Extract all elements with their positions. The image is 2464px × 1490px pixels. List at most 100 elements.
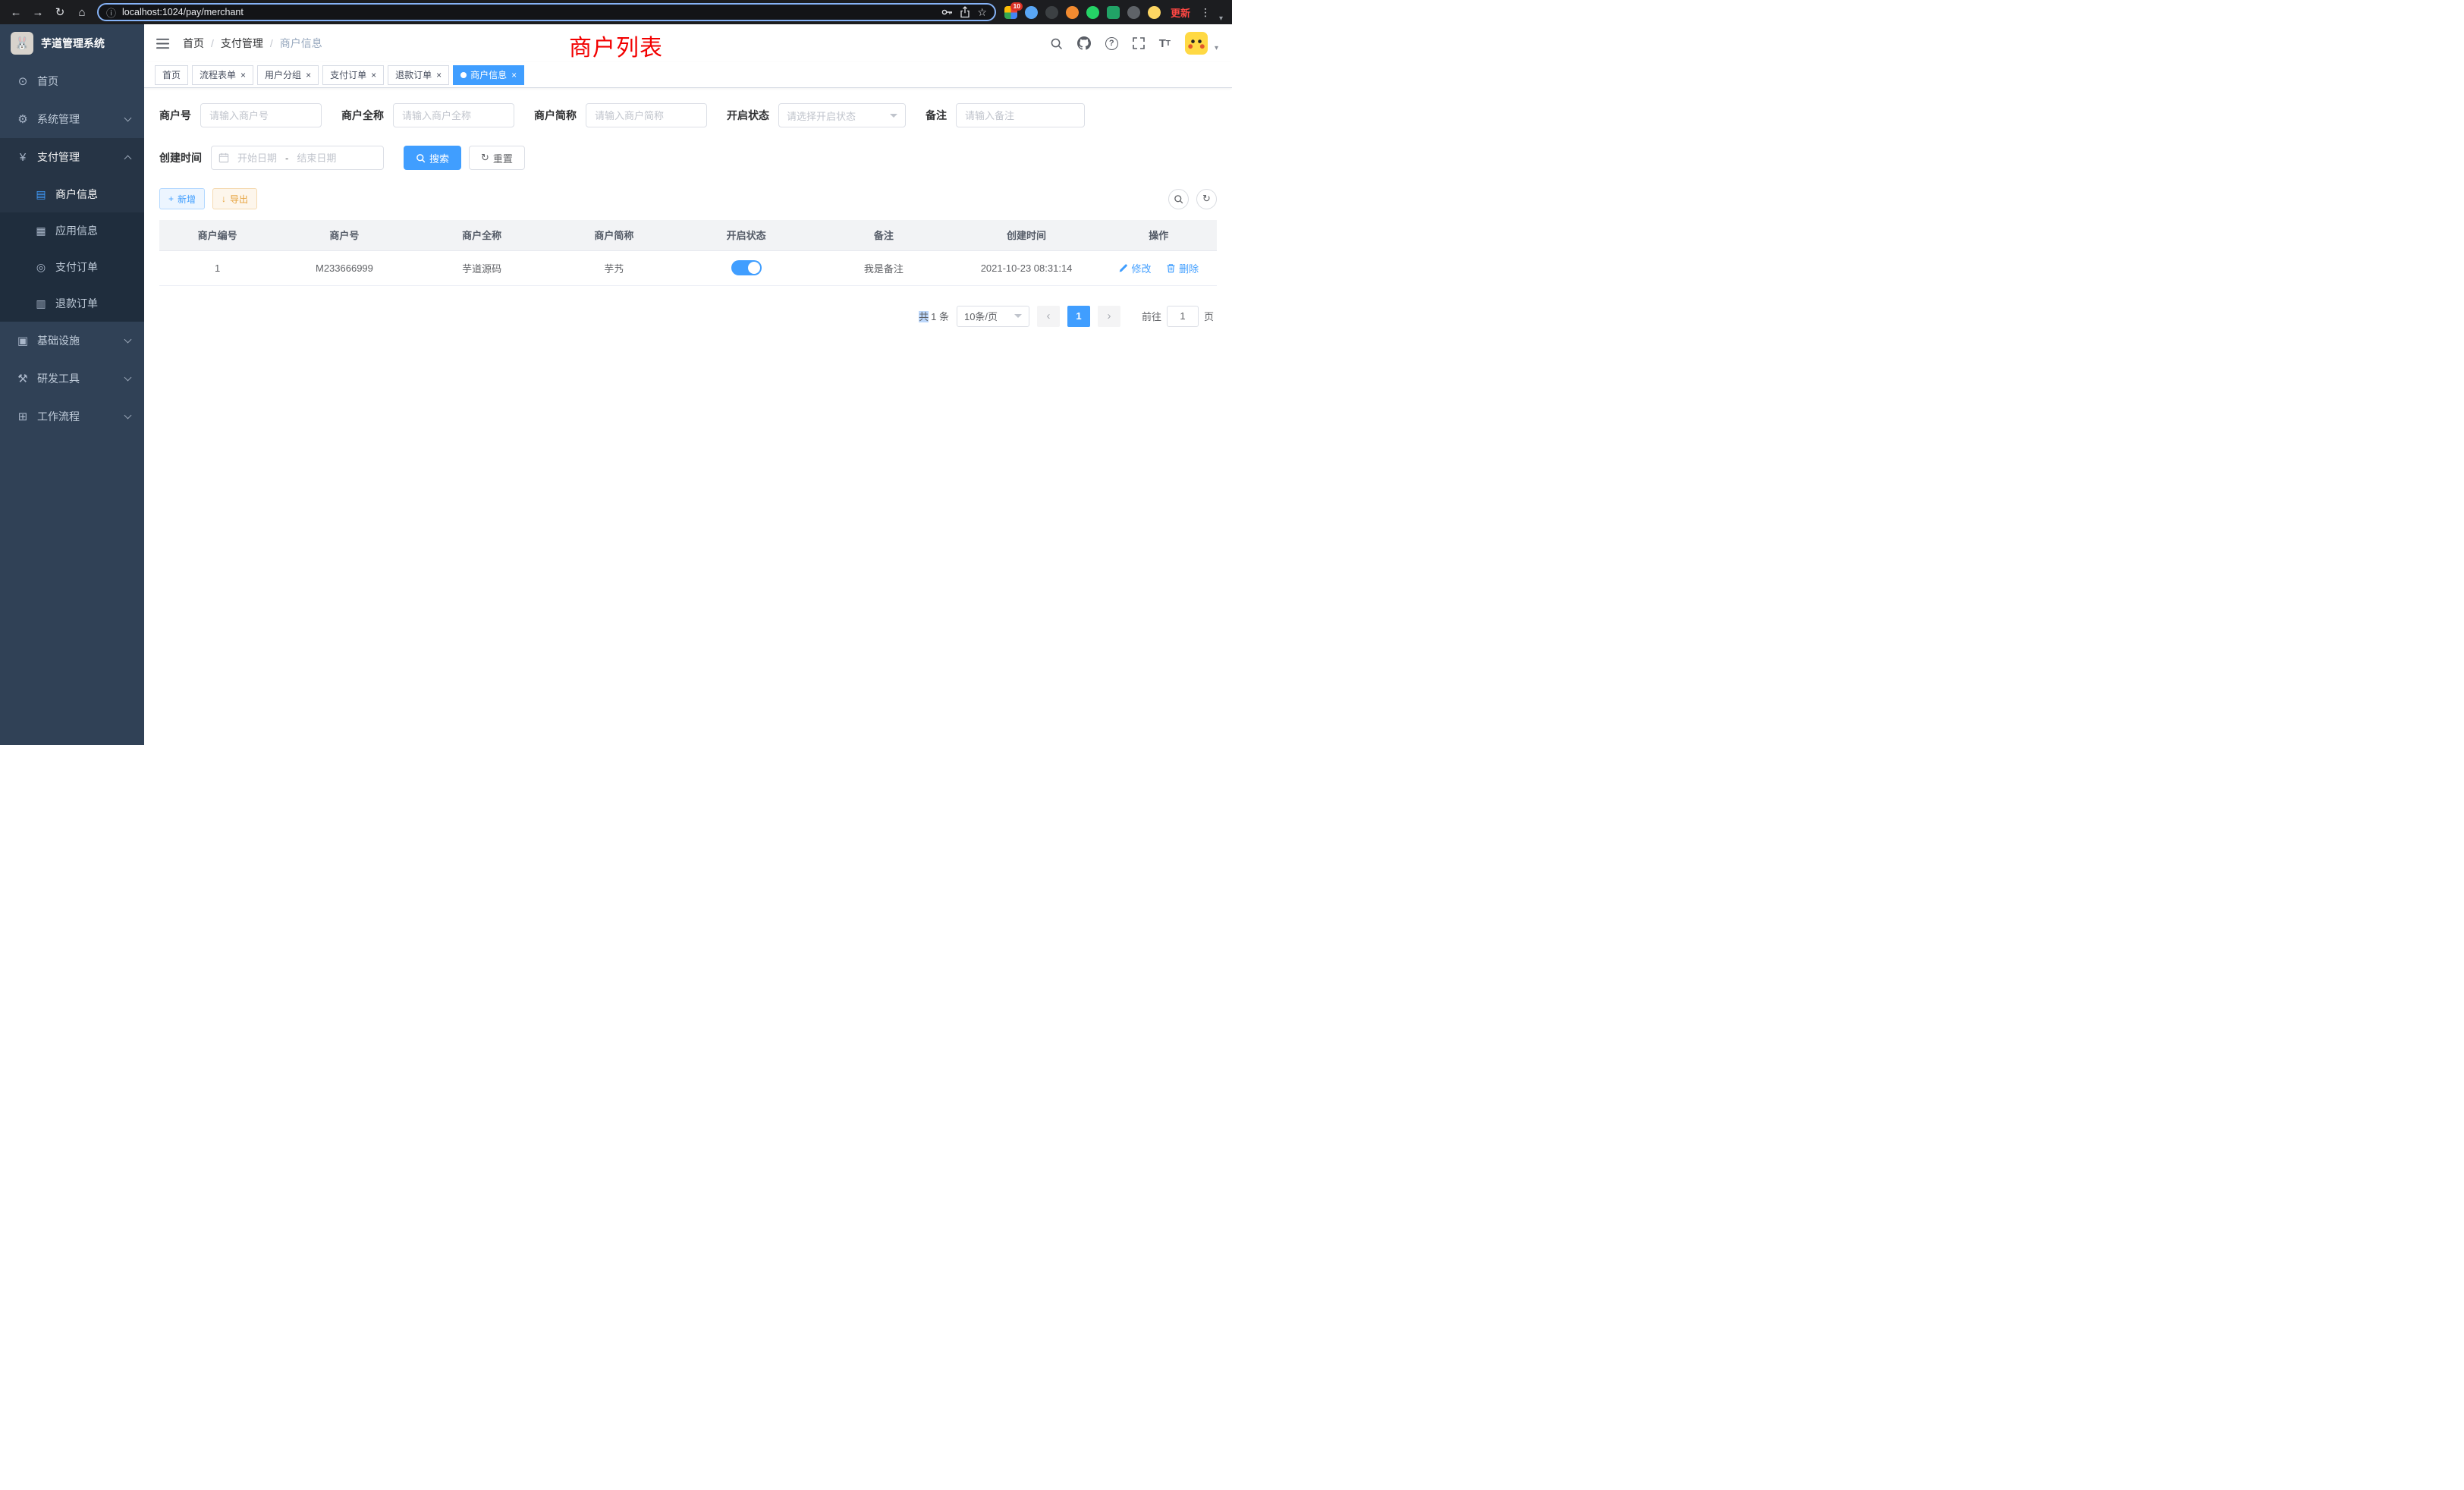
devtools-icon: ⚒ [15, 372, 30, 385]
github-icon[interactable] [1077, 36, 1091, 50]
next-page-button[interactable]: › [1098, 306, 1120, 327]
date-separator: - [285, 152, 288, 164]
close-icon[interactable]: × [306, 71, 311, 80]
close-icon[interactable]: × [371, 71, 376, 80]
short-name-label: 商户简称 [534, 108, 577, 123]
tab-merchant-info[interactable]: 商户信息 × [453, 65, 524, 85]
breadcrumb-payment[interactable]: 支付管理 [221, 36, 263, 51]
edit-button[interactable]: 修改 [1118, 261, 1151, 275]
back-icon[interactable]: ← [9, 7, 23, 18]
extension-green-square-icon[interactable] [1107, 6, 1120, 19]
page-number-button[interactable]: 1 [1067, 306, 1090, 327]
workflow-icon: ⊞ [15, 410, 30, 423]
forward-icon[interactable]: → [31, 7, 45, 18]
profile-avatar-icon[interactable] [1148, 6, 1161, 19]
cell-short-name: 芋艿 [551, 250, 677, 285]
status-toggle[interactable] [731, 260, 762, 275]
reset-button[interactable]: ↻ 重置 [469, 146, 525, 170]
merchant-card-icon: ▤ [33, 188, 49, 201]
home-icon[interactable]: ⌂ [75, 7, 89, 18]
close-icon[interactable]: × [511, 71, 517, 80]
remark-label: 备注 [926, 108, 947, 123]
export-button[interactable]: ↓ 导出 [212, 188, 257, 209]
share-icon[interactable] [959, 6, 971, 18]
th-merchant-id: 商户编号 [159, 220, 275, 250]
tab-refund-order[interactable]: 退款订单 × [388, 65, 449, 85]
tags-view-bar: 首页 流程表单 × 用户分组 × 支付订单 × 退款订单 × 商户信息 × [144, 62, 1232, 88]
extension-green-circle-icon[interactable] [1086, 6, 1099, 19]
refresh-button[interactable]: ↻ [1196, 189, 1217, 209]
cell-merchant-no: M233666999 [275, 250, 413, 285]
remark-input[interactable] [956, 103, 1085, 127]
sidebar-item-pay-order[interactable]: ◎ 支付订单 [0, 249, 144, 285]
page-size-value: 10条/页 [964, 309, 998, 323]
sidebar-item-payment[interactable]: ¥ 支付管理 [0, 138, 144, 176]
goto-page-input[interactable] [1167, 306, 1199, 327]
toggle-search-button[interactable] [1168, 189, 1189, 209]
table-row: 1 M233666999 芋道源码 芋艿 我是备注 2021-10-23 08:… [159, 250, 1217, 285]
app-logo[interactable]: 🐰 芋道管理系统 [0, 24, 144, 62]
user-avatar[interactable] [1185, 32, 1208, 55]
chevron-down-icon[interactable]: ▾ [1215, 44, 1218, 52]
sidebar-item-home[interactable]: ⊙ 首页 [0, 62, 144, 100]
sidebar-item-label: 基础设施 [37, 333, 80, 348]
help-icon[interactable]: ? [1105, 37, 1118, 50]
full-name-input[interactable] [393, 103, 514, 127]
reset-button-label: 重置 [493, 151, 513, 165]
prev-page-button[interactable]: ‹ [1037, 306, 1060, 327]
extensions-grid-icon[interactable]: 10 [1004, 6, 1017, 19]
merchant-no-input[interactable] [200, 103, 322, 127]
short-name-input[interactable] [586, 103, 707, 127]
yen-icon: ¥ [15, 151, 30, 164]
breadcrumb-home[interactable]: 首页 [183, 36, 204, 51]
create-time-range[interactable]: - [211, 146, 384, 170]
reload-icon[interactable]: ↻ [53, 7, 67, 18]
filter-row-1: 商户号 商户全称 商户简称 开启状态 请选择开启状态 备注 [159, 103, 1217, 127]
close-icon[interactable]: × [240, 71, 246, 80]
infrastructure-icon: ▣ [15, 334, 30, 347]
sidebar-item-app-info[interactable]: ▦ 应用信息 [0, 212, 144, 249]
sidebar-item-system[interactable]: ⚙ 系统管理 [0, 100, 144, 138]
end-date-input[interactable] [291, 152, 341, 164]
tab-label: 退款订单 [395, 68, 432, 81]
add-button[interactable]: + 新增 [159, 188, 205, 209]
tab-user-group[interactable]: 用户分组 × [257, 65, 319, 85]
sidebar-item-infrastructure[interactable]: ▣ 基础设施 [0, 322, 144, 360]
search-icon[interactable] [1050, 37, 1063, 50]
bookmark-star-icon[interactable]: ☆ [977, 6, 987, 19]
sidebar-item-devtools[interactable]: ⚒ 研发工具 [0, 360, 144, 398]
close-icon[interactable]: × [436, 71, 442, 80]
font-size-icon[interactable]: TT [1159, 37, 1171, 50]
fullscreen-icon[interactable] [1133, 37, 1145, 49]
status-select[interactable]: 请选择开启状态 [778, 103, 906, 127]
app-grid-icon: ▦ [33, 225, 49, 237]
page-size-select[interactable]: 10条/页 [957, 306, 1029, 327]
top-navbar: 首页 / 支付管理 / 商户信息 ? TT ▾ [144, 24, 1232, 62]
info-icon[interactable]: ⓘ [106, 5, 116, 20]
sidebar-item-merchant-info[interactable]: ▤ 商户信息 [0, 176, 144, 212]
start-date-input[interactable] [232, 152, 282, 164]
extension-blue-icon[interactable] [1025, 6, 1038, 19]
kebab-menu-icon[interactable]: ⋮ [1200, 6, 1211, 19]
sidebar-item-refund-order[interactable]: ▥ 退款订单 [0, 285, 144, 322]
delete-button[interactable]: 删除 [1166, 261, 1199, 275]
update-button[interactable]: 更新 [1171, 5, 1190, 20]
extension-avatar-icon[interactable] [1066, 6, 1079, 19]
tab-label: 用户分组 [265, 68, 301, 81]
tab-process-form[interactable]: 流程表单 × [192, 65, 253, 85]
sidebar-toggle-icon[interactable] [144, 36, 183, 51]
search-button[interactable]: 搜索 [404, 146, 461, 170]
goto-page: 前往 页 [1142, 306, 1214, 327]
sidebar-item-workflow[interactable]: ⊞ 工作流程 [0, 398, 144, 435]
add-button-label: 新增 [178, 193, 196, 206]
extension-pin-icon[interactable] [1127, 6, 1140, 19]
tab-label: 首页 [162, 68, 181, 81]
tab-pay-order[interactable]: 支付订单 × [322, 65, 384, 85]
tab-home[interactable]: 首页 [155, 65, 188, 85]
tab-label: 商户信息 [470, 68, 507, 81]
url-bar[interactable]: ⓘ localhost:1024/pay/merchant ☆ [97, 3, 996, 21]
breadcrumb-separator: / [270, 37, 273, 49]
extension-dark-icon[interactable] [1045, 6, 1058, 19]
window-chevron-icon[interactable]: ▾ [1219, 14, 1223, 23]
password-key-icon[interactable] [941, 6, 953, 18]
